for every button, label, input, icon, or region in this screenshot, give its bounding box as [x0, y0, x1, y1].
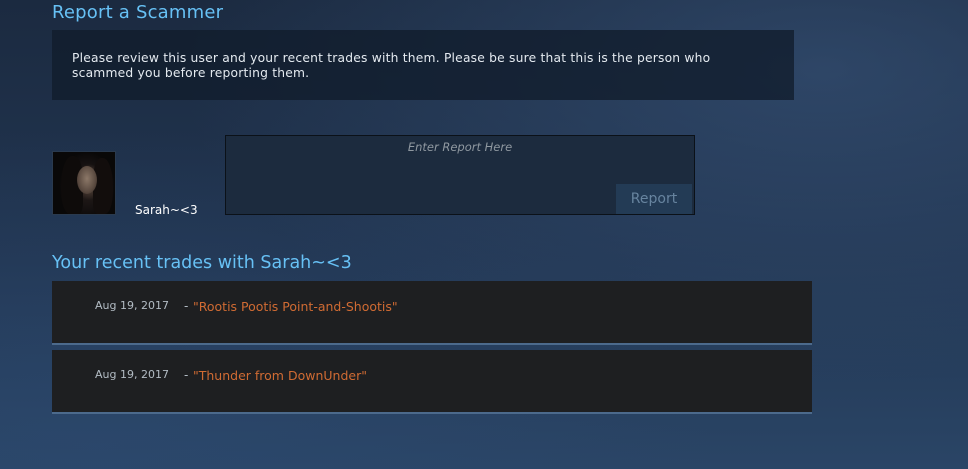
avatar[interactable] — [52, 151, 116, 215]
trade-row: Aug 19, 2017 - "Thunder from DownUnder" — [52, 350, 812, 414]
notice-text: Please review this user and your recent … — [72, 51, 711, 80]
avatar-face — [77, 166, 97, 194]
trade-separator: - — [184, 368, 189, 382]
trade-row: Aug 19, 2017 - "Rootis Pootis Point-and-… — [52, 281, 812, 345]
page-title: Report a Scammer — [52, 2, 224, 23]
notice-panel: Please review this user and your recent … — [52, 30, 794, 100]
trade-separator: - — [184, 299, 189, 313]
trade-item-link[interactable]: "Thunder from DownUnder" — [193, 368, 367, 383]
trade-item-link[interactable]: "Rootis Pootis Point-and-Shootis" — [193, 299, 398, 314]
recent-trades-heading: Your recent trades with Sarah~<3 — [52, 253, 352, 273]
trade-date: Aug 19, 2017 — [95, 368, 169, 381]
report-form: Report — [225, 135, 695, 215]
username[interactable]: Sarah~<3 — [135, 203, 198, 217]
report-button[interactable]: Report — [616, 184, 692, 214]
trade-date: Aug 19, 2017 — [95, 299, 169, 312]
